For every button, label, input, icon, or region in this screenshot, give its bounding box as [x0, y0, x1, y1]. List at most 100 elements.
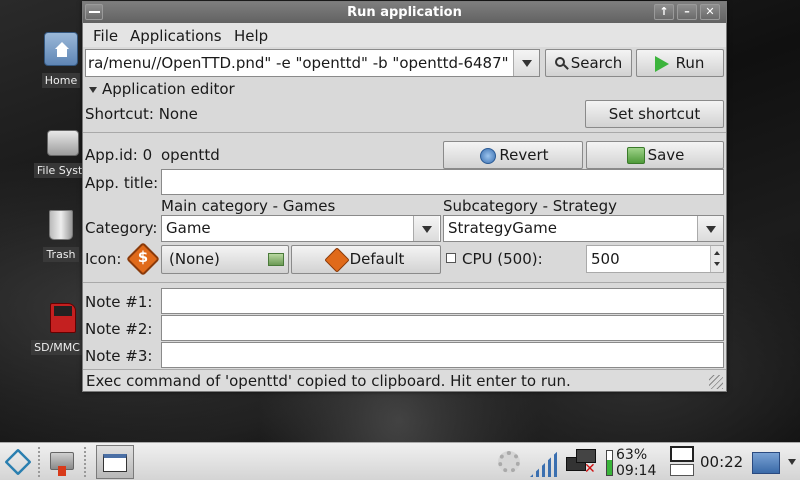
window-title: Run application: [347, 5, 462, 20]
battery-percent: 63%: [616, 447, 648, 463]
application-editor-heading: Application editor: [102, 80, 235, 98]
chevron-down-icon: [706, 226, 716, 233]
icon-select-value: (None): [169, 250, 220, 268]
dollar-icon: $: [137, 248, 149, 266]
taskbar: ✕ 63% 09:14 00:22: [0, 442, 800, 480]
cpu-spin-buttons[interactable]: [710, 246, 723, 272]
maximize-button[interactable]: ↑: [654, 4, 674, 20]
taskbar-expand-icon[interactable]: [788, 459, 796, 465]
desktop-icon-label: Home: [41, 73, 81, 88]
set-shortcut-label: Set shortcut: [608, 105, 701, 123]
revert-button-label: Revert: [499, 146, 549, 164]
command-dropdown-button[interactable]: [513, 50, 539, 76]
save-button-label: Save: [647, 146, 685, 164]
network-icon[interactable]: ✕: [566, 447, 596, 477]
wifi-icon[interactable]: [530, 449, 560, 477]
taskbar-window-run-application[interactable]: [96, 445, 134, 479]
save-icon: [627, 147, 645, 164]
run-button[interactable]: Run: [636, 49, 724, 77]
appid-label: App.id: 0: [85, 146, 153, 164]
spin-up-icon: [714, 251, 720, 255]
chevron-up-icon: ↑: [659, 5, 669, 18]
settings-gear-icon[interactable]: [498, 451, 520, 473]
set-shortcut-button[interactable]: Set shortcut: [585, 100, 724, 128]
revert-button[interactable]: Revert: [443, 141, 583, 169]
icon-label: Icon:: [85, 250, 122, 268]
close-icon: ✕: [705, 5, 715, 18]
main-category-select[interactable]: Game: [161, 215, 441, 242]
search-button[interactable]: Search: [545, 49, 632, 77]
taskbar-separator: [84, 447, 86, 477]
note1-input[interactable]: [161, 288, 724, 314]
note1-label: Note #1:: [85, 293, 153, 311]
battery-indicator[interactable]: 63% 09:14: [604, 447, 660, 479]
subcategory-select[interactable]: StrategyGame: [443, 215, 724, 242]
close-button[interactable]: ✕: [700, 4, 720, 20]
clock[interactable]: 00:22: [700, 453, 743, 471]
trash-icon: [49, 210, 73, 240]
open-folder-icon: [268, 253, 284, 266]
cube-logo-icon: [4, 448, 32, 476]
menu-applications[interactable]: Applications: [130, 27, 222, 45]
chevron-down-icon: [422, 226, 432, 233]
minimize-button[interactable]: –: [677, 4, 697, 20]
note3-input[interactable]: [161, 342, 724, 368]
subcategory-value: StrategyGame: [448, 219, 557, 237]
resize-grip-icon[interactable]: [709, 375, 723, 389]
hard-drive-icon: [47, 130, 79, 156]
home-folder-icon: [44, 32, 78, 66]
subcategory-dropdown-button[interactable]: [697, 216, 723, 241]
monitor-icon[interactable]: [670, 446, 694, 476]
disconnected-x-icon: ✕: [584, 461, 596, 477]
cpu-label: CPU (500):: [462, 250, 543, 268]
separator: [83, 282, 726, 283]
category-label: Category:: [85, 219, 158, 237]
cpu-checkbox[interactable]: [446, 253, 456, 263]
menu-file[interactable]: File: [93, 27, 118, 45]
sd-card-icon: [50, 303, 76, 333]
shortcut-label: Shortcut: None: [85, 105, 198, 123]
battery-time: 09:14: [616, 463, 657, 479]
tools-accent: [58, 466, 66, 476]
menubar: File Applications Help: [83, 23, 726, 47]
chevron-down-icon: [522, 60, 532, 67]
menu-help[interactable]: Help: [234, 27, 268, 45]
expander-arrow-icon: [89, 87, 97, 93]
play-icon: [655, 56, 669, 72]
minimize-icon: –: [684, 5, 690, 18]
main-category-heading: Main category - Games: [161, 197, 336, 215]
command-input[interactable]: ra/menu//OpenTTD.pnd" -e "openttd" -b "o…: [85, 49, 540, 77]
app-title-input[interactable]: [161, 169, 724, 195]
launcher-button[interactable]: [46, 446, 78, 478]
appid-value: openttd: [161, 146, 220, 164]
status-bar: Exec command of 'openttd' copied to clip…: [83, 369, 726, 391]
spin-down-icon: [714, 262, 720, 266]
search-icon-handle: [563, 64, 569, 70]
default-button-label: Default: [349, 250, 405, 268]
cpu-value: 500: [591, 250, 620, 268]
note2-input[interactable]: [161, 315, 724, 341]
dollar-icon: [324, 247, 350, 273]
revert-icon: [480, 148, 496, 164]
separator: [83, 132, 726, 133]
save-button[interactable]: Save: [586, 141, 724, 169]
app-title-label: App. title:: [85, 174, 159, 192]
desktop-icon-label: Trash: [43, 247, 79, 262]
cpu-spinbox[interactable]: 500: [586, 245, 724, 273]
run-button-label: Run: [675, 54, 705, 72]
main-category-dropdown-button[interactable]: [413, 216, 439, 241]
window-menu-button[interactable]: [85, 4, 103, 20]
run-application-window: Run application ↑ – ✕ File Applications …: [82, 1, 727, 392]
icon-select-button[interactable]: (None): [161, 245, 289, 274]
default-icon-button[interactable]: Default: [291, 245, 441, 274]
command-text: ra/menu//OpenTTD.pnd" -e "openttd" -b "o…: [88, 54, 509, 72]
note3-label: Note #3:: [85, 347, 153, 365]
window-icon: [103, 454, 127, 472]
status-text: Exec command of 'openttd' copied to clip…: [86, 372, 571, 390]
note2-label: Note #2:: [85, 320, 153, 338]
window-titlebar[interactable]: Run application ↑ – ✕: [83, 2, 726, 23]
battery-icon: [606, 450, 613, 476]
main-category-value: Game: [166, 219, 211, 237]
start-menu-button[interactable]: [2, 446, 34, 478]
show-desktop-icon[interactable]: [752, 452, 780, 474]
